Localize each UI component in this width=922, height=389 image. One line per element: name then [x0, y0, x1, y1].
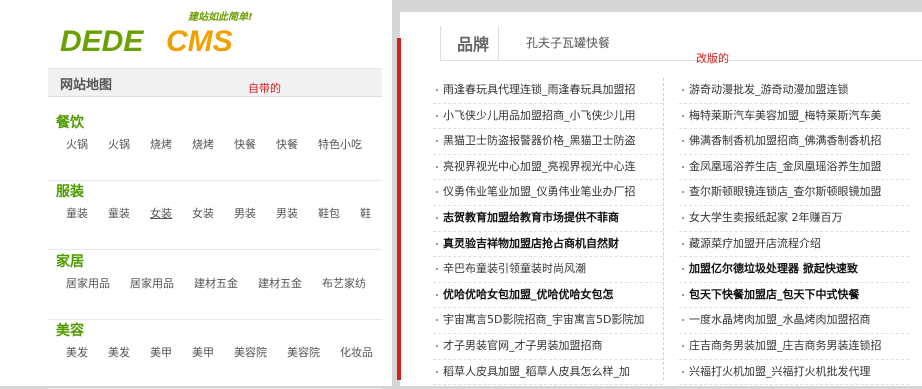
list-item[interactable]: 加盟亿尔德垃圾处理器 掀起快速致: [679, 257, 909, 283]
category-link[interactable]: 火锅: [108, 136, 130, 152]
category-link[interactable]: 美甲: [150, 344, 172, 360]
category-link[interactable]: 快餐: [234, 136, 256, 152]
list-item[interactable]: 黑猫卫士防盗报警器价格_黑猫卫士防盗: [433, 129, 663, 155]
logo-text-dede: DEDE: [60, 25, 144, 56]
list-item[interactable]: 查尔斯顿眼镜连锁店_查尔斯顿眼镜加盟: [679, 180, 909, 206]
list-item[interactable]: 梅特莱斯汽车美容加盟_梅特莱斯汽车美: [679, 104, 909, 130]
category-food: 餐饮 火锅 火锅 烧烤 烧烤 快餐 快餐 特色小吃: [48, 112, 382, 181]
note-revised: 改版的: [696, 52, 729, 65]
list-item[interactable]: 女大学生卖报纸起家 2年赚百万: [679, 206, 909, 232]
category-link[interactable]: 童装: [108, 205, 130, 221]
category-link[interactable]: 烧烤: [150, 136, 172, 152]
category-link[interactable]: 童装: [66, 205, 88, 221]
category-link[interactable]: 烧烤: [192, 136, 214, 152]
list-item[interactable]: 藏源菜疗加盟开店流程介绍: [679, 232, 909, 258]
list-item[interactable]: 佛满香制香机加盟招商_佛满香制香机招: [679, 129, 909, 155]
category-link[interactable]: 美甲: [192, 344, 214, 360]
category-link[interactable]: 居家用品: [130, 275, 174, 291]
category-home: 家居 居家用品 居家用品 建材五金 建材五金 布艺家纺: [48, 251, 382, 320]
brand-subtitle-link[interactable]: 孔夫子瓦罐快餐: [526, 34, 610, 51]
note-builtin: 自带的: [248, 82, 281, 95]
brand-list-right: 游奇动漫批发_游奇动漫加盟连锁 梅特莱斯汽车美容加盟_梅特莱斯汽车美 佛满香制香…: [679, 78, 909, 386]
category-link[interactable]: 美发: [108, 344, 130, 360]
category-title[interactable]: 家居: [56, 251, 84, 271]
dedecms-logo[interactable]: DEDE CMS: [60, 24, 272, 56]
category-link[interactable]: 美容院: [287, 344, 320, 360]
sitemap-header: 网站地图: [48, 68, 382, 97]
category-link[interactable]: 女装: [150, 205, 172, 221]
category-link[interactable]: 化妆品: [340, 344, 373, 360]
category-link[interactable]: 特色小吃: [318, 136, 362, 152]
category-link[interactable]: 快餐: [276, 136, 298, 152]
brand-list-left: 雨逢春玩具代理连锁_雨逢春玩具加盟招 小飞侠少儿用品加盟招商_小飞侠少儿用 黑猫…: [433, 78, 664, 386]
category-links: 居家用品 居家用品 建材五金 建材五金 布艺家纺: [66, 275, 382, 291]
category-link[interactable]: 建材五金: [258, 275, 302, 291]
list-item[interactable]: 才子男装官网_才子男装加盟招商: [433, 334, 663, 360]
list-item[interactable]: 包天下快餐加盟店_包天下中式快餐: [679, 283, 909, 309]
logo-slogan: 建站如此简单!: [188, 12, 253, 23]
list-item[interactable]: 庄吉商务男装加盟_庄吉商务男装连锁招: [679, 334, 909, 360]
tab-brand[interactable]: 品牌: [440, 26, 499, 60]
list-item[interactable]: 志贺教育加盟给教育市场提供不菲商: [433, 206, 663, 232]
sitemap-title: 网站地图: [60, 78, 113, 93]
logo-text-cms: CMS: [166, 25, 233, 56]
category-title[interactable]: 餐饮: [56, 112, 84, 132]
list-item[interactable]: 真灵验吉祥物加盟店抢占商机自然财: [433, 232, 663, 258]
tab-brand-label: 品牌: [457, 35, 490, 54]
category-links: 美发 美发 美甲 美甲 美容院 美容院 化妆品: [66, 344, 382, 360]
category-link[interactable]: 布艺家纺: [322, 275, 366, 291]
category-links: 童装 童装 女装 女装 男装 男装 鞋包 鞋: [66, 205, 382, 221]
category-title[interactable]: 服装: [56, 181, 84, 201]
list-item[interactable]: 宇宙寓言5D影院招商_宇宙寓言5D影院加: [433, 308, 663, 334]
category-link[interactable]: 居家用品: [66, 275, 110, 291]
category-title[interactable]: 美容: [56, 320, 84, 340]
list-item[interactable]: 仪勇伟业笔业加盟_仪勇伟业笔业办厂招: [433, 180, 663, 206]
category-link[interactable]: 鞋包: [318, 205, 340, 221]
red-divider: [397, 38, 401, 380]
category-clothing: 服装 童装 童装 女装 女装 男装 男装 鞋包 鞋: [48, 181, 382, 250]
tab-underline: [440, 60, 922, 61]
category-link[interactable]: 火锅: [66, 136, 88, 152]
category-links: 火锅 火锅 烧烤 烧烤 快餐 快餐 特色小吃: [66, 136, 382, 152]
list-item[interactable]: 小飞侠少儿用品加盟招商_小飞侠少儿用: [433, 104, 663, 130]
category-link[interactable]: 美容院: [234, 344, 267, 360]
list-item[interactable]: 兴福打火机加盟_兴福打火机批发代理: [679, 360, 909, 386]
category-link[interactable]: 建材五金: [194, 275, 238, 291]
category-link[interactable]: 美发: [66, 344, 88, 360]
category-link[interactable]: 女装: [192, 205, 214, 221]
list-item[interactable]: 雨逢春玩具代理连锁_雨逢春玩具加盟招: [433, 78, 663, 104]
list-item[interactable]: 优哈优哈女包加盟_优哈优哈女包怎: [433, 283, 663, 309]
category-link[interactable]: 男装: [276, 205, 298, 221]
list-item[interactable]: 亮视界视光中心加盟_亮视界视光中心连: [433, 155, 663, 181]
list-item[interactable]: 稻草人皮具加盟_稻草人皮具怎么样_加: [433, 360, 663, 386]
category-link[interactable]: 男装: [234, 205, 256, 221]
list-item[interactable]: 游奇动漫批发_游奇动漫加盟连锁: [679, 78, 909, 104]
category-beauty: 美容 美发 美发 美甲 美甲 美容院 美容院 化妆品: [48, 320, 382, 389]
category-link[interactable]: 鞋: [360, 205, 371, 221]
list-item[interactable]: 金凤凰瑶浴养生店_金凤凰瑶浴养生加盟: [679, 155, 909, 181]
list-item[interactable]: 一度水晶烤肉加盟_水晶烤肉加盟招商: [679, 308, 909, 334]
list-item[interactable]: 辛巴布童装引领童装时尚风潮: [433, 257, 663, 283]
